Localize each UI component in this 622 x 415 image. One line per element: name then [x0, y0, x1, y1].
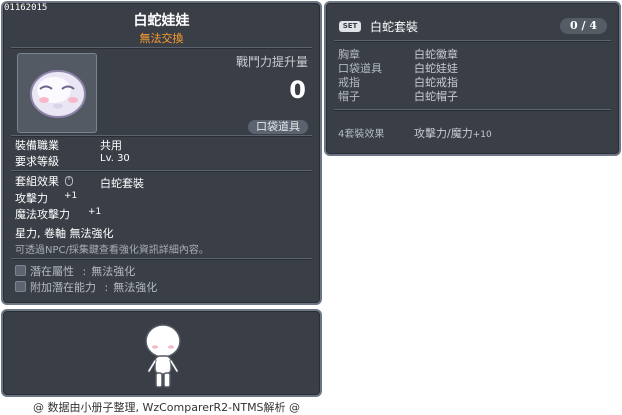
- additional-potential-label: 附加潛在能力: [30, 281, 96, 294]
- divider: [334, 40, 611, 42]
- job-label: 裝備職業: [15, 139, 59, 152]
- potential-icon: [15, 265, 26, 276]
- white-snake-doll-icon: [30, 70, 86, 118]
- character-preview-panel: [1, 309, 322, 397]
- enhance-status: 星力, 卷軸 無法強化: [15, 227, 114, 240]
- set-piece-name: 白蛇帽子: [414, 90, 458, 103]
- level-label: 要求等級: [15, 155, 59, 168]
- set-count: 0 / 4: [560, 18, 607, 34]
- set-effect-row: 套組效果: [15, 173, 73, 189]
- set-bonus-label: 4套裝效果: [338, 129, 385, 140]
- category-badge: 口袋道具: [248, 120, 308, 134]
- trade-status: 無法交換: [139, 32, 184, 45]
- set-effect-label: 套組效果: [15, 175, 59, 188]
- additional-potential-row: 附加潛在能力 : 無法強化: [15, 279, 157, 295]
- power-label: 戰鬥力提升量: [235, 55, 308, 69]
- set-info-panel: SET 白蛇套裝 0 / 4 胸章 白蛇徽章 口袋道具 白蛇娃娃 戒指 白蛇戒指…: [324, 1, 621, 156]
- potential-label: 潛在屬性: [30, 265, 74, 278]
- set-title: 白蛇套裝: [370, 20, 419, 34]
- enhance-note: 可透過NPC/採集鍵查看強化資訊詳細內容。: [15, 245, 209, 256]
- potential-row: 潛在屬性 : 無法強化: [15, 263, 135, 279]
- set-badge: SET: [339, 21, 361, 32]
- set-piece-slot: 帽子: [338, 90, 360, 103]
- divider: [11, 258, 312, 260]
- stat-label: 魔法攻擊力: [15, 208, 70, 221]
- item-icon-frame: [17, 53, 97, 133]
- divider: [11, 47, 312, 49]
- stat-value: +1: [88, 207, 102, 217]
- set-bonus-amount: +10: [472, 130, 492, 140]
- item-tooltip: 01162015 白蛇娃娃 無法交換 戰鬥力提升量 0 口袋道具 裝備職業 共用…: [1, 1, 322, 305]
- set-bonus-value: 攻擊力/魔力: [414, 127, 473, 140]
- additional-potential-value: 無法強化: [113, 281, 158, 294]
- mouse-icon: [64, 176, 73, 186]
- item-name: 白蛇娃娃: [133, 13, 190, 29]
- power-value: 0: [289, 76, 306, 104]
- potential-sep: :: [82, 265, 87, 278]
- set-bonus-row: 攻擊力/魔力+10: [414, 125, 492, 141]
- stat-value: +1: [64, 191, 78, 201]
- divider: [11, 170, 312, 172]
- character-avatar: [145, 324, 181, 388]
- potential-value: 無法強化: [91, 265, 136, 278]
- stat-label: 攻擊力: [15, 192, 48, 205]
- footer-credit: @ 数据由小册子整理, WzComparerR2-NTMS解析 @: [32, 401, 301, 414]
- level-value: Lv. 30: [100, 153, 130, 164]
- job-value: 共用: [100, 139, 122, 152]
- additional-potential-sep: :: [104, 281, 109, 294]
- set-effect-value: 白蛇套裝: [100, 177, 144, 190]
- divider: [334, 109, 611, 111]
- additional-potential-icon: [15, 281, 26, 292]
